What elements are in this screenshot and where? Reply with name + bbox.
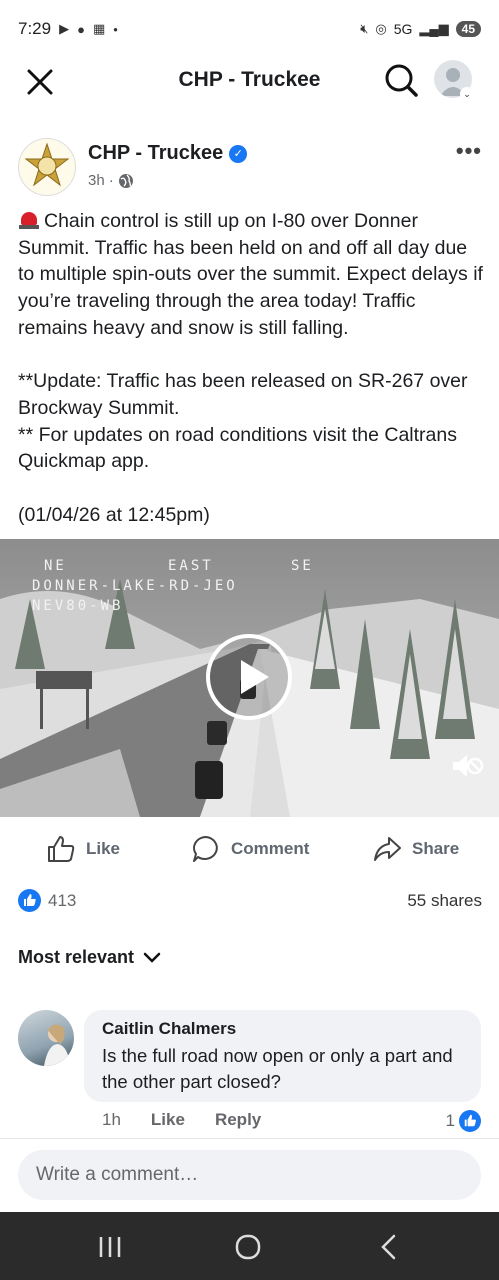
page-name-text: CHP - Truckee [88,142,224,164]
comment-bubble[interactable]: Caitlin Chalmers Is the full road now op… [84,1010,481,1102]
comment-text: Is the full road now open or only a part… [102,1045,453,1092]
youtube-icon: ▶ [59,21,70,36]
signal-icon: ▂▄▆ [419,21,449,36]
comment-actions: 1h Like Reply [102,1110,261,1130]
camera-direction-ne: NE [44,558,67,574]
globe-icon [118,173,133,188]
like-button[interactable]: Like [46,834,120,864]
page-name[interactable]: CHP - Truckee ✓ [88,142,248,165]
post-paragraph: **Update: Traffic has been released on S… [18,370,468,419]
commenter-avatar[interactable] [18,1010,74,1066]
thumbs-up-icon [48,836,75,862]
home-icon [235,1234,261,1260]
comment-time: 1h [102,1110,121,1129]
post-time[interactable]: 3h [88,172,105,189]
back-icon [381,1234,396,1260]
post-paragraph: ** For updates on road conditions visit … [18,423,457,473]
network-label: 5G [393,21,413,37]
like-button-label: Like [86,839,121,858]
speaker-muted-icon [453,755,484,777]
top-app-bar: CHP - Truckee ⌄ [0,58,499,104]
comment-like-button[interactable]: Like [151,1110,185,1130]
back-button[interactable] [374,1233,404,1261]
post-header: CHP - Truckee ✓ 3h · ••• [18,136,488,198]
recent-apps-button[interactable] [95,1233,125,1261]
comment-input[interactable]: Write a comment… [18,1150,481,1200]
comment-author[interactable]: Caitlin Chalmers [102,1019,463,1039]
search-button[interactable] [383,62,419,98]
hotspot-icon: ◎ [375,21,387,36]
post-options-button[interactable]: ••• [456,138,482,164]
more-options-icon: ••• [455,138,482,163]
comment-bubble-icon [193,836,218,862]
like-reaction-icon [18,889,41,912]
comment-like-count: 1 [445,1111,455,1130]
post-action-bar: Like Comment Share [0,828,499,872]
post-video[interactable]: NE EAST SE DONNER-LAKE-RD-JEO NEV80-WB [0,539,499,817]
comment-reply-button[interactable]: Reply [215,1110,261,1130]
meta-separator: · [108,172,114,189]
post-paragraph: (01/04/26 at 12:45pm) [18,503,210,526]
status-time: 7:29 [18,19,52,38]
comment-sort-dropdown[interactable]: Most relevant [18,947,162,968]
more-notifications-icon: • [113,21,118,37]
page-title: CHP - Truckee [178,68,321,91]
share-button-label: Share [412,839,460,858]
calendar-icon: ▦ [92,21,106,36]
chevron-down-icon: ⌄ [460,87,474,101]
share-count[interactable]: 55 shares [407,891,482,911]
reactions-summary[interactable]: 413 55 shares [18,888,482,914]
comment-button[interactable]: Comment [191,834,309,864]
battery-indicator: 45 [455,21,481,37]
camera-route-label: NEV80-WB [32,598,124,614]
siren-icon [18,211,40,229]
search-icon [385,64,418,97]
divider [0,1138,499,1139]
verified-badge-icon: ✓ [229,144,248,163]
play-button[interactable] [206,634,292,720]
recent-apps-icon [99,1237,121,1257]
camera-direction-se: SE [291,558,314,574]
comment-button-label: Comment [231,839,310,858]
mute-status-icon: 🔇︎ [360,21,369,36]
comment-reaction-count[interactable]: 1 [446,1110,481,1132]
system-navigation-bar [0,1212,499,1280]
page-avatar[interactable] [18,138,76,196]
sort-label: Most relevant [18,947,135,967]
home-button[interactable] [233,1233,263,1261]
share-button[interactable]: Share [372,834,459,864]
status-bar: 7:29 ▶ ● ▦ • 🔇︎ ◎ 5G ▂▄▆ 45 [0,0,499,58]
chp-badge-icon [24,142,70,187]
camera-direction-east: EAST [168,558,214,574]
post-paragraph: Chain control is still up on I-80 over D… [18,208,483,342]
mute-button[interactable] [450,751,484,781]
post-paragraph-text: Chain control is still up on I-80 over D… [18,210,483,339]
camera-location-label: DONNER-LAKE-RD-JEO [32,578,238,594]
reaction-count: 413 [48,891,77,910]
share-arrow-icon [374,837,401,861]
like-reaction-icon [459,1110,481,1132]
app-notification-icon: ● [77,21,85,37]
post-meta: 3h · [88,172,134,189]
post-body: Chain control is still up on I-80 over D… [18,208,483,528]
chevron-down-icon [143,952,161,963]
